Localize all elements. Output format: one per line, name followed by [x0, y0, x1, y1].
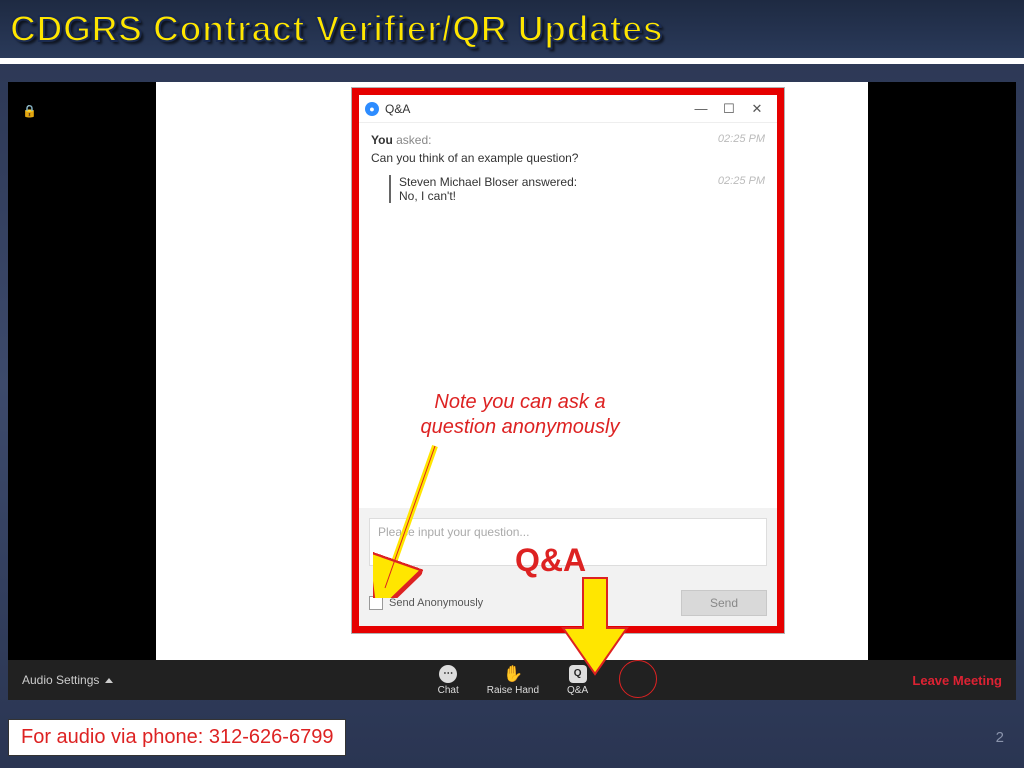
zoom-app-icon: ●: [365, 102, 379, 116]
asked-verb: asked:: [396, 133, 431, 147]
chat-label: Chat: [438, 685, 459, 696]
zoom-toolbar: Audio Settings ⋯ Chat ✋ Raise Hand Q Q&A…: [8, 660, 1016, 700]
slide-page-number: 2: [996, 729, 1004, 746]
answerer-name: Steven Michael Bloser: [399, 175, 518, 189]
asker-name: You: [371, 133, 393, 147]
answered-verb: answered:: [522, 175, 577, 189]
qa-highlight-circle: [619, 660, 657, 698]
qa-input-area: Please input your question... Send Anony…: [359, 508, 777, 626]
maximize-button[interactable]: ☐: [715, 101, 743, 117]
qa-label: Q&A: [567, 685, 588, 696]
qa-answer-entry: 02:25 PM Steven Michael Bloser answered:…: [389, 175, 765, 203]
chat-button[interactable]: ⋯ Chat: [438, 665, 459, 696]
send-anonymously-checkbox[interactable]: [369, 596, 383, 610]
qa-thread: 02:25 PM You asked: Can you think of an …: [359, 123, 777, 508]
slide-title-bar: CDGRS Contract Verifier/QR Updates: [0, 0, 1024, 64]
slide-title: CDGRS Contract Verifier/QR Updates: [10, 8, 663, 50]
audio-phone-footer: For audio via phone: 312-626-6799: [8, 719, 346, 756]
qa-window: ● Q&A — ☐ ✕ 02:25 PM You asked: Can you …: [359, 95, 777, 626]
send-button[interactable]: Send: [681, 590, 767, 616]
close-button[interactable]: ✕: [743, 101, 771, 117]
lock-icon: 🔒: [22, 104, 37, 118]
send-anonymously-label: Send Anonymously: [389, 597, 483, 609]
leave-meeting-button[interactable]: Leave Meeting: [912, 673, 1002, 688]
qa-icon: Q: [569, 665, 587, 683]
qa-button[interactable]: Q Q&A: [567, 665, 588, 696]
qa-window-titlebar: ● Q&A — ☐ ✕: [359, 95, 777, 123]
qa-window-title: Q&A: [385, 102, 410, 116]
chevron-up-icon: [105, 678, 113, 683]
qa-question-entry: 02:25 PM You asked: Can you think of an …: [371, 133, 765, 165]
raise-hand-button[interactable]: ✋ Raise Hand: [487, 665, 539, 696]
answer-text: No, I can't!: [399, 189, 765, 203]
audio-settings-button[interactable]: Audio Settings: [22, 673, 113, 687]
audio-settings-label: Audio Settings: [22, 673, 99, 687]
question-text: Can you think of an example question?: [371, 151, 765, 165]
question-input[interactable]: Please input your question...: [369, 518, 767, 566]
minimize-button[interactable]: —: [687, 101, 715, 116]
answer-time: 02:25 PM: [718, 175, 765, 187]
raise-hand-icon: ✋: [504, 665, 522, 683]
question-time: 02:25 PM: [718, 133, 765, 145]
qa-window-highlight-frame: ● Q&A — ☐ ✕ 02:25 PM You asked: Can you …: [352, 88, 784, 633]
chat-icon: ⋯: [439, 665, 457, 683]
raise-hand-label: Raise Hand: [487, 685, 539, 696]
